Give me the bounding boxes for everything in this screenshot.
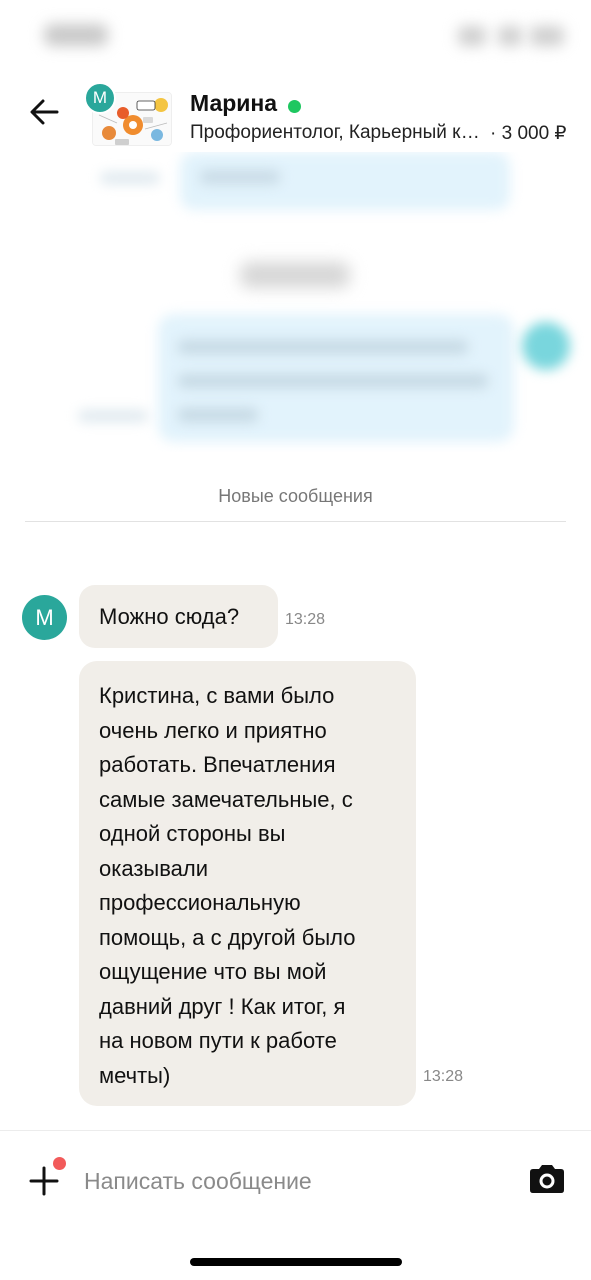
blurred-read-status [78,410,148,422]
new-messages-label: Новые сообщения [218,486,373,506]
blurred-message-text [178,374,488,388]
plus-icon [29,1166,59,1196]
message-text-line: мечты) [99,1062,171,1088]
notification-badge [53,1157,66,1170]
message-text-line: давний друг ! Как итог, я [99,993,346,1019]
message-text-line: помощь, а с другой было [99,924,356,950]
blurred-message-text [178,408,258,422]
message-text-line: одной стороны вы [99,821,286,846]
camera-button[interactable] [522,1157,572,1201]
blurred-message-text [178,340,468,354]
avatar[interactable]: M [22,595,67,640]
message-text-line: ощущение что вы мой [99,959,327,984]
message-text-line: самые замечательные, с [99,786,353,812]
blurred-read-status [100,172,160,184]
message-text-line: оказывали [99,855,209,881]
battery-icon [530,26,564,46]
wifi-icon [498,26,522,46]
status-bar [0,0,591,72]
camera-icon [530,1165,564,1193]
contact-name[interactable]: Марина [190,90,277,117]
new-messages-divider [25,521,566,522]
blurred-date-separator [240,262,350,288]
avatar: M [84,82,116,114]
message-bubble[interactable]: Кристина, с вами было очень легко и прия… [79,661,416,1106]
status-time-blurred [44,24,108,46]
message-text-line: профессиональную [99,890,301,915]
listing-price: · 3 000 ₽ [490,123,567,144]
message-time: 13:28 [285,611,326,628]
message-time: 13:28 [423,1068,464,1085]
home-indicator [190,1258,402,1266]
message-text-line: работать. Впечатления [99,752,336,777]
message-input[interactable] [84,1163,504,1199]
listing-title[interactable]: Профориентолог, Карьерный консультант [190,122,485,144]
message-text-line: на новом пути к работе [99,1028,337,1053]
chat-header: M Марина Профориентолог, Карьерный консу… [0,72,591,152]
blurred-avatar [522,322,570,370]
listing-avatar[interactable]: M [84,82,174,146]
blurred-message-history [0,152,591,452]
back-button[interactable] [22,90,66,134]
message-text-line: Кристина, с вами было [99,683,335,708]
online-status-dot [288,100,301,113]
arrow-left-icon [30,99,59,125]
message-text: Можно сюда? [99,604,240,629]
signal-icon [458,26,486,46]
message-bubble[interactable]: Можно сюда? [79,585,278,648]
blurred-message-text [200,170,280,184]
message-text-line: очень легко и приятно [99,717,327,743]
